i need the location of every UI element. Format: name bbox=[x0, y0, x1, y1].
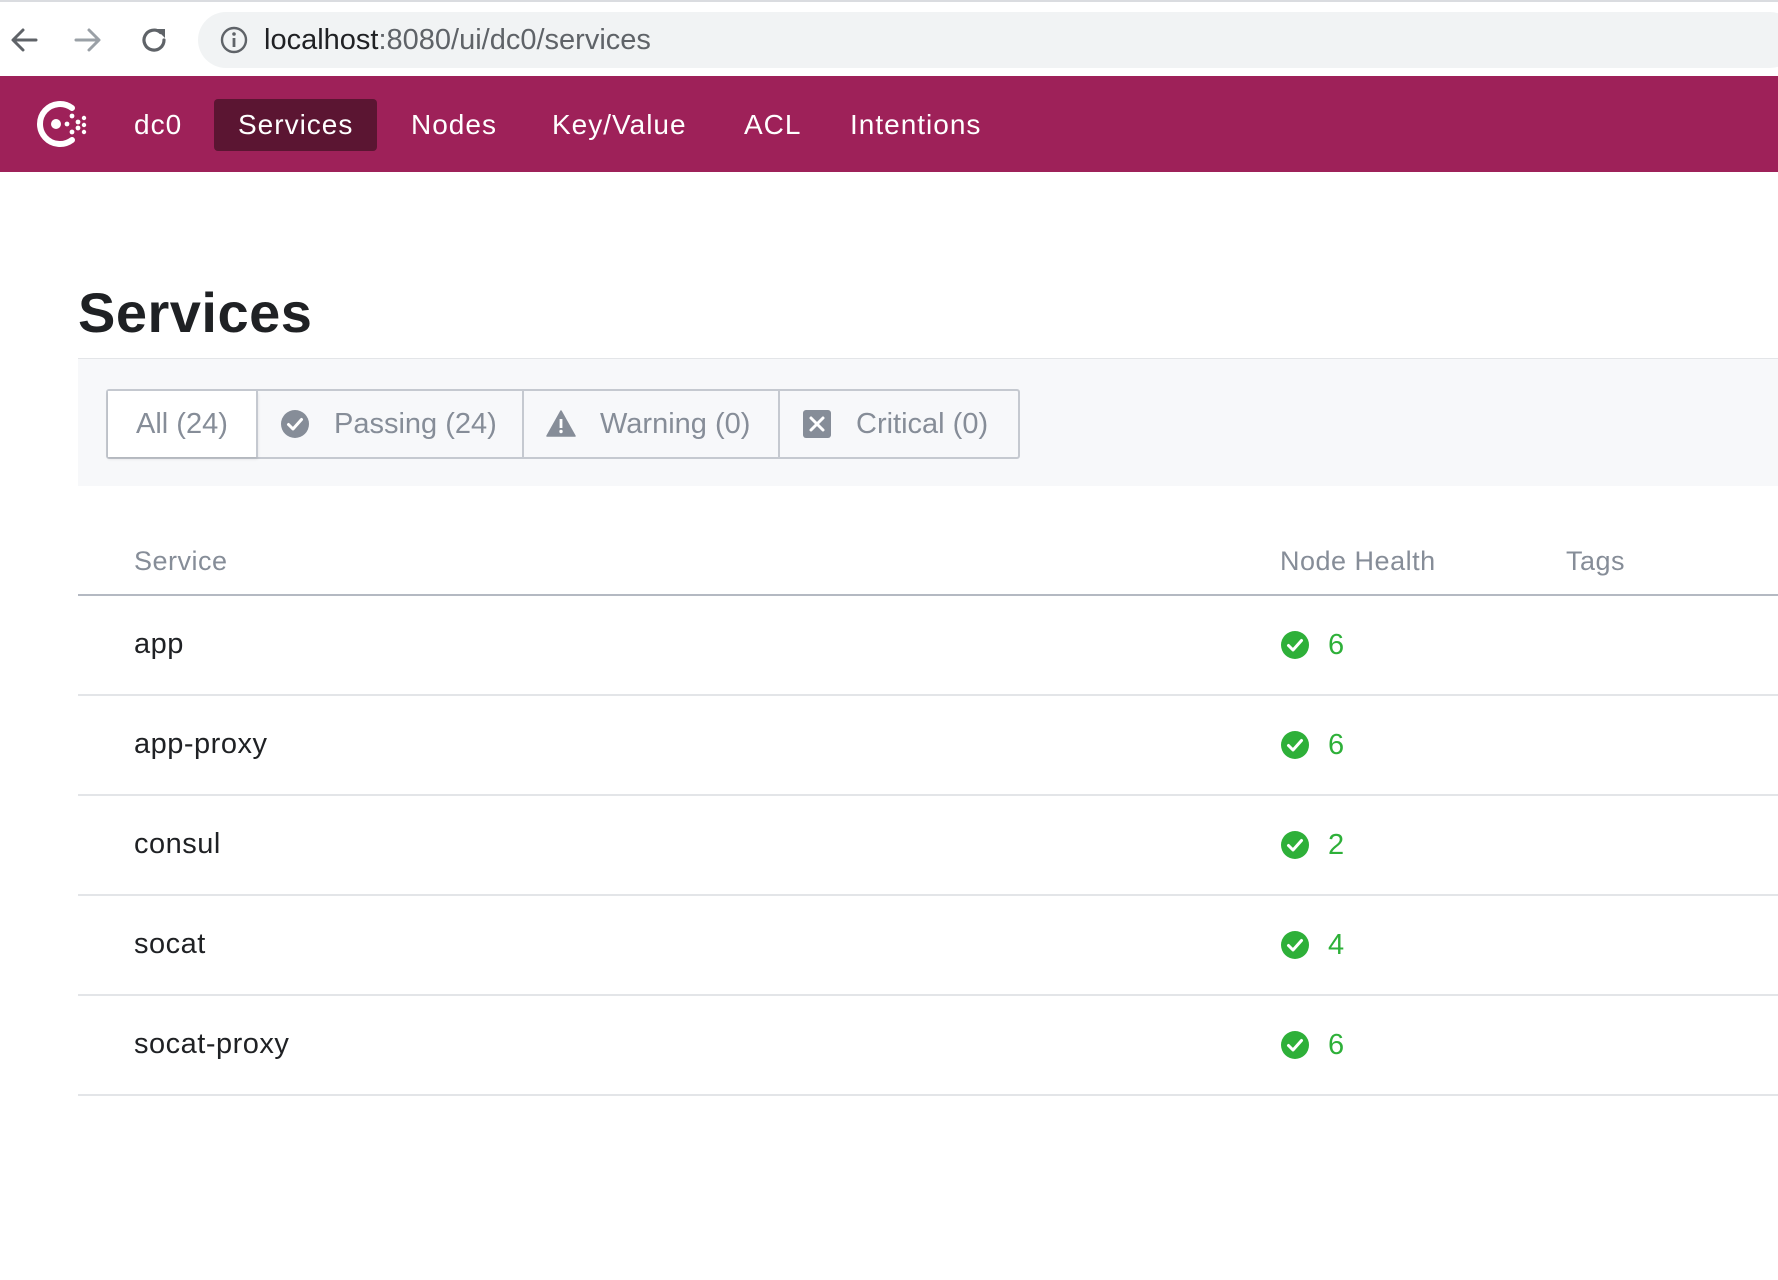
nav-intentions[interactable]: Intentions bbox=[826, 99, 1005, 151]
check-circle-icon bbox=[1281, 1031, 1309, 1059]
service-name[interactable]: app bbox=[134, 626, 184, 662]
health-filter-group: All (24) Passing (24) Warning (0) Critic… bbox=[106, 389, 1020, 459]
forward-arrow-icon[interactable] bbox=[68, 20, 108, 60]
health-count: 6 bbox=[1328, 728, 1345, 761]
critical-x-icon bbox=[803, 410, 831, 438]
filter-warning[interactable]: Warning (0) bbox=[524, 391, 780, 457]
nav-key-value[interactable]: Key/Value bbox=[528, 99, 711, 151]
url-path: :8080/ui/dc0/services bbox=[378, 24, 651, 56]
health-count: 6 bbox=[1328, 1028, 1345, 1061]
filter-critical[interactable]: Critical (0) bbox=[780, 391, 1018, 457]
filter-critical-label: Critical (0) bbox=[856, 407, 989, 440]
browser-toolbar: localhost:8080/ui/dc0/services bbox=[0, 0, 1778, 76]
column-header-tags: Tags bbox=[1566, 546, 1626, 576]
column-header-service: Service bbox=[134, 546, 228, 576]
column-header-node-health: Node Health bbox=[1280, 546, 1436, 576]
page-title: Services bbox=[78, 281, 313, 344]
node-health: 2 bbox=[1280, 827, 1344, 863]
service-name[interactable]: socat bbox=[134, 926, 206, 962]
nav-acl[interactable]: ACL bbox=[720, 99, 825, 151]
filter-bar: All (24) Passing (24) Warning (0) Critic… bbox=[78, 358, 1778, 486]
filter-passing-label: Passing (24) bbox=[334, 407, 497, 440]
check-circle-icon bbox=[1281, 731, 1309, 759]
back-arrow-icon[interactable] bbox=[4, 20, 44, 60]
table-row[interactable]: consul 2 bbox=[78, 796, 1778, 896]
warning-triangle-icon bbox=[546, 410, 576, 437]
nav-nodes[interactable]: Nodes bbox=[387, 99, 521, 151]
filter-all[interactable]: All (24) bbox=[108, 391, 258, 457]
services-table: Service Node Health Tags app 6 app-proxy… bbox=[78, 510, 1778, 1096]
health-count: 6 bbox=[1328, 628, 1345, 661]
check-circle-icon bbox=[281, 410, 309, 438]
consul-logo-icon[interactable] bbox=[28, 96, 88, 152]
service-name[interactable]: consul bbox=[134, 826, 221, 862]
service-name[interactable]: socat-proxy bbox=[134, 1026, 289, 1062]
table-row[interactable]: socat-proxy 6 bbox=[78, 996, 1778, 1096]
node-health: 6 bbox=[1280, 627, 1344, 663]
check-circle-icon bbox=[1281, 831, 1309, 859]
url-text[interactable]: localhost:8080/ui/dc0/services bbox=[264, 24, 651, 56]
service-name[interactable]: app-proxy bbox=[134, 726, 267, 762]
table-row[interactable]: app 6 bbox=[78, 596, 1778, 696]
filter-warning-label: Warning (0) bbox=[600, 407, 751, 440]
table-row[interactable]: app-proxy 6 bbox=[78, 696, 1778, 796]
table-row[interactable]: socat 4 bbox=[78, 896, 1778, 996]
url-host: localhost bbox=[264, 24, 379, 56]
filter-all-label: All (24) bbox=[136, 407, 228, 440]
main-navigation: dc0 Services Nodes Key/Value ACL Intenti… bbox=[0, 76, 1778, 172]
filter-passing[interactable]: Passing (24) bbox=[258, 391, 524, 457]
node-health: 6 bbox=[1280, 1027, 1344, 1063]
table-header: Service Node Health Tags bbox=[78, 510, 1778, 596]
node-health: 6 bbox=[1280, 727, 1344, 763]
nav-services[interactable]: Services bbox=[214, 99, 378, 151]
node-health: 4 bbox=[1280, 927, 1344, 963]
check-circle-icon bbox=[1281, 631, 1309, 659]
check-circle-icon bbox=[1281, 931, 1309, 959]
health-count: 4 bbox=[1328, 928, 1345, 961]
address-bar[interactable]: localhost:8080/ui/dc0/services bbox=[198, 12, 1778, 68]
health-count: 2 bbox=[1328, 828, 1345, 861]
datacenter-selector[interactable]: dc0 bbox=[110, 99, 206, 151]
info-icon[interactable] bbox=[220, 26, 248, 54]
reload-icon[interactable] bbox=[134, 20, 174, 60]
